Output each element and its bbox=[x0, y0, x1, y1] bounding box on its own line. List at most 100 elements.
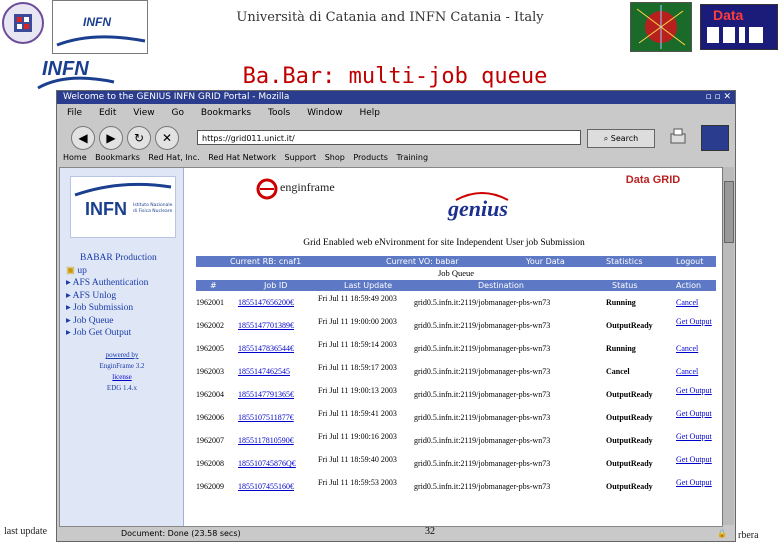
bookmark-bookmarks[interactable]: Bookmarks bbox=[95, 153, 140, 162]
scrollbar-thumb[interactable] bbox=[724, 181, 734, 243]
print-icon[interactable] bbox=[667, 126, 689, 148]
bookmarks-toolbar: Home Bookmarks Red Hat, Inc. Red Hat Net… bbox=[57, 151, 735, 165]
get-output-link[interactable]: Get Output bbox=[676, 478, 714, 487]
get-output-link[interactable]: Get Output bbox=[676, 386, 714, 395]
footer-author: rbera bbox=[738, 530, 759, 541]
bookmark-products[interactable]: Products bbox=[353, 153, 388, 162]
current-rb-link[interactable]: Current RB: cnaf1 bbox=[230, 256, 301, 267]
bookmark-support[interactable]: Support bbox=[285, 153, 317, 162]
job-id-link[interactable]: 1855147701389€ bbox=[238, 321, 294, 330]
menu-up[interactable]: ▣ up bbox=[66, 265, 178, 278]
job-status: OutputReady bbox=[606, 459, 653, 468]
menu-afs-authentication[interactable]: ▸ AFS Authentication bbox=[66, 277, 178, 290]
get-output-link[interactable]: Get Output bbox=[676, 455, 714, 464]
job-id-link[interactable]: 1855147656200€ bbox=[238, 298, 294, 307]
search-icon: ⌕ bbox=[603, 134, 611, 143]
bookmark-redhat[interactable]: Red Hat, Inc. bbox=[148, 153, 199, 162]
menu-job-get-output[interactable]: ▸ Job Get Output bbox=[66, 327, 178, 340]
license-link[interactable]: license bbox=[70, 372, 174, 383]
bookmark-training[interactable]: Training bbox=[396, 153, 428, 162]
job-id-link[interactable]: 185510745876Q€ bbox=[238, 459, 296, 468]
sidebar-infn-logo: INFN Istituto Nazionale di Fisica Nuclea… bbox=[70, 176, 176, 238]
cancel-link[interactable]: Cancel bbox=[676, 367, 714, 376]
get-output-link[interactable]: Get Output bbox=[676, 317, 714, 326]
menu-bookmarks[interactable]: Bookmarks bbox=[201, 108, 251, 118]
job-queue-title: Job Queue bbox=[437, 268, 475, 278]
stop-icon[interactable]: ✕ bbox=[155, 126, 179, 150]
slide-title: Ba.Bar: multi-job queue bbox=[242, 64, 548, 89]
window-titlebar[interactable]: Welcome to the GENIUS INFN GRID Portal -… bbox=[57, 91, 735, 104]
back-icon[interactable]: ◀ bbox=[71, 126, 95, 150]
job-status: Running bbox=[606, 298, 636, 307]
url-field[interactable]: https://grid011.unict.it/ bbox=[197, 130, 581, 145]
col-job-id: Job ID bbox=[264, 281, 288, 290]
table-row: 1962002 1855147701389€ Fri Jul 11 19:00:… bbox=[196, 317, 716, 339]
menu-job-submission[interactable]: ▸ Job Submission bbox=[66, 302, 178, 315]
job-id-link[interactable]: 1855107511877€ bbox=[238, 413, 294, 422]
page-content: INFN Istituto Nazionale di Fisica Nuclea… bbox=[59, 167, 723, 527]
get-output-link[interactable]: Get Output bbox=[676, 432, 714, 441]
job-status: OutputReady bbox=[606, 436, 653, 445]
powered-by-block: powered by EnginFrame 3.2 license EDG 1.… bbox=[70, 350, 174, 394]
genius-logo: genius bbox=[440, 192, 540, 234]
col-action: Action bbox=[676, 281, 702, 290]
table-row: 1962001 1855147656200€ Fri Jul 11 18:59:… bbox=[196, 294, 716, 316]
forward-icon[interactable]: ▶ bbox=[99, 126, 123, 150]
browser-window: Welcome to the GENIUS INFN GRID Portal -… bbox=[56, 90, 736, 542]
menu-view[interactable]: View bbox=[133, 108, 154, 118]
table-row: 1962004 1855147791365€ Fri Jul 11 19:00:… bbox=[196, 386, 716, 408]
menu-job-queue[interactable]: ▸ Job Queue bbox=[66, 315, 178, 328]
job-status: OutputReady bbox=[606, 390, 653, 399]
vertical-scrollbar[interactable] bbox=[722, 167, 734, 525]
reload-icon[interactable]: ↻ bbox=[127, 126, 151, 150]
col-number: # bbox=[210, 281, 217, 290]
menu-babar-production[interactable]: BABAR Production bbox=[80, 252, 178, 265]
enginframe-logo: enginframe bbox=[256, 174, 348, 202]
job-status: OutputReady bbox=[606, 482, 653, 491]
current-vo-link[interactable]: Current VO: babar bbox=[386, 256, 459, 267]
col-status: Status bbox=[612, 281, 638, 290]
menu-bar: File Edit View Go Bookmarks Tools Window… bbox=[57, 105, 735, 121]
portal-nav-row: Current RB: cnaf1 Current VO: babar Your… bbox=[196, 256, 716, 267]
datagrid-logo: Data bbox=[700, 4, 778, 50]
job-id-link[interactable]: 1855147836544€ bbox=[238, 344, 294, 353]
status-text: Document: Done (23.58 secs) bbox=[121, 529, 241, 538]
menu-tools[interactable]: Tools bbox=[268, 108, 290, 118]
page-number: 32 bbox=[425, 526, 435, 537]
footer-last-update: last update bbox=[4, 526, 48, 537]
arrow-icon: ▸ bbox=[66, 278, 73, 288]
bookmark-home[interactable]: Home bbox=[63, 153, 87, 162]
menu-file[interactable]: File bbox=[67, 108, 82, 118]
particle-event-icon bbox=[630, 2, 692, 52]
menu-edit[interactable]: Edit bbox=[99, 108, 116, 118]
job-id-link[interactable]: 1855147462545 bbox=[238, 367, 290, 376]
university-crest-icon bbox=[2, 2, 44, 44]
your-data-link[interactable]: Your Data bbox=[526, 256, 565, 267]
menu-window[interactable]: Window bbox=[307, 108, 343, 118]
navigation-toolbar: ◀ ▶ ↻ ✕ https://grid011.unict.it/ ⌕ Sear… bbox=[57, 122, 735, 152]
menu-afs-unlog[interactable]: ▸ AFS Unlog bbox=[66, 290, 178, 303]
bookmark-shop[interactable]: Shop bbox=[325, 153, 345, 162]
job-status: Cancel bbox=[606, 367, 630, 376]
grid-letters-icon bbox=[707, 27, 763, 43]
job-id-link[interactable]: 1855117810590€ bbox=[238, 436, 294, 445]
job-id-link[interactable]: 1855107455160€ bbox=[238, 482, 294, 491]
statistics-link[interactable]: Statistics bbox=[606, 256, 643, 267]
search-button[interactable]: ⌕ Search bbox=[587, 129, 655, 148]
job-id-link[interactable]: 1855147791365€ bbox=[238, 390, 294, 399]
portal-sidebar: INFN Istituto Nazionale di Fisica Nuclea… bbox=[60, 168, 184, 526]
logout-link[interactable]: Logout bbox=[676, 256, 703, 267]
table-row: 1962008 185510745876Q€ Fri Jul 11 18:59:… bbox=[196, 455, 716, 477]
cancel-link[interactable]: Cancel bbox=[676, 298, 714, 307]
window-title: Welcome to the GENIUS INFN GRID Portal -… bbox=[63, 92, 290, 102]
window-controls-icon[interactable]: ▫ ▫ ✕ bbox=[706, 91, 731, 104]
get-output-link[interactable]: Get Output bbox=[676, 409, 714, 418]
menu-go[interactable]: Go bbox=[171, 108, 183, 118]
status-bar: Document: Done (23.58 secs) 🔒 bbox=[57, 527, 735, 541]
cancel-link[interactable]: Cancel bbox=[676, 344, 714, 353]
col-destination: Destination bbox=[478, 281, 524, 290]
table-row: 1962007 1855117810590€ Fri Jul 11 19:00:… bbox=[196, 432, 716, 454]
menu-help[interactable]: Help bbox=[359, 108, 380, 118]
lock-icon: 🔒 bbox=[717, 529, 727, 538]
bookmark-redhat-network[interactable]: Red Hat Network bbox=[208, 153, 276, 162]
